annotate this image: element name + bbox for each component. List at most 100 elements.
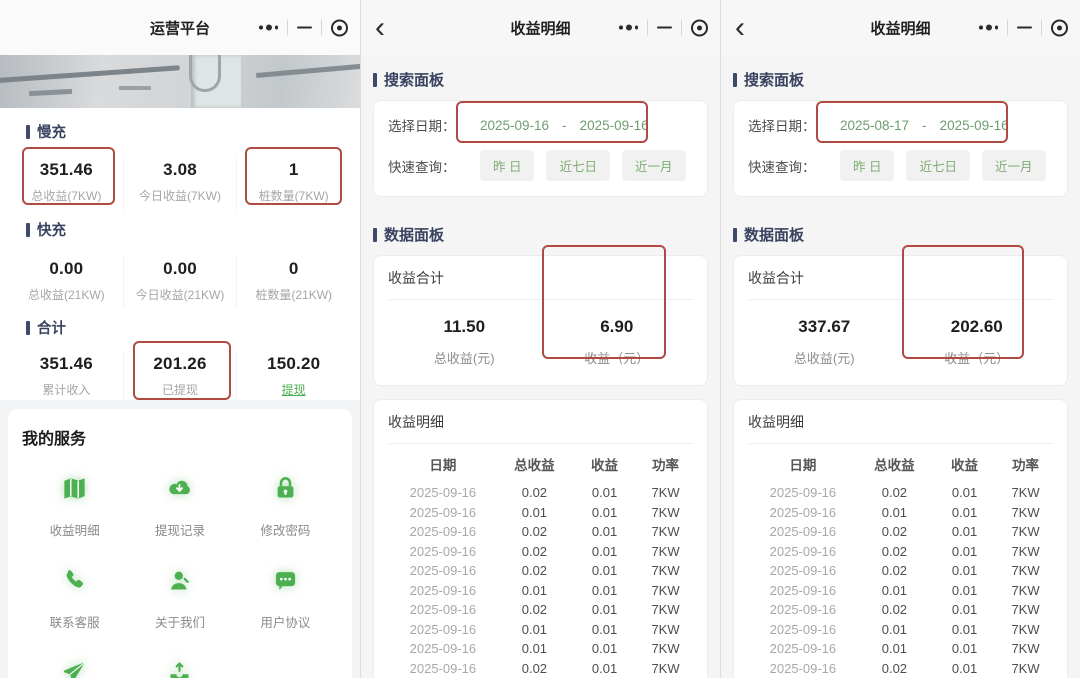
service-item-关于我们[interactable]: 关于我们 (127, 567, 232, 631)
table-row: 2025-09-16 0.02 0.01 7KW (409, 563, 680, 578)
circle-close-icon[interactable] (691, 19, 708, 36)
circle-close-icon[interactable] (1051, 19, 1068, 36)
section-marker (26, 124, 30, 139)
section-marker (26, 222, 30, 237)
service-item[interactable] (127, 659, 232, 678)
date-separator: - (922, 117, 927, 133)
miniprogram-capsule (619, 19, 708, 36)
date-end: 2025-09-16 (579, 117, 649, 133)
section-marker (373, 227, 377, 242)
revenue-table-card: 收益明细 日期 总收益 收益 功率 2025-09-16 0.02 0.01 7KW 2… (373, 399, 708, 678)
charging-station-photo (0, 55, 360, 108)
stat-pile-count-21kw: 0 桩数量(21KW) (236, 257, 350, 309)
service-item-收益明细[interactable]: 收益明细 (22, 475, 127, 539)
summary-total: 11.50 总收益(元) (433, 317, 495, 366)
date-range-picker[interactable]: 2025-09-16 - 2025-09-16 (468, 118, 649, 133)
service-item-用户协议[interactable]: 用户协议 (233, 567, 338, 631)
minimize-icon[interactable] (657, 26, 672, 29)
section-title-total: 合计 (26, 317, 66, 338)
revenue-summary-card: 收益合计 337.67 总收益(元) 202.60 收益（元） (733, 255, 1068, 386)
minimize-icon[interactable] (297, 26, 312, 29)
summary-total: 337.67 总收益(元) (793, 317, 855, 366)
back-arrow-icon[interactable] (375, 13, 385, 43)
total-stats: 351.46 累计收入 201.26 已提现 150.20 提现 (10, 352, 350, 404)
minimize-icon[interactable] (1017, 26, 1032, 29)
data-panel-title: 数据面板 (733, 224, 1068, 245)
map-icon (61, 475, 88, 507)
table-row: 2025-09-16 0.02 0.01 7KW (769, 602, 1040, 617)
service-item-提现记录[interactable]: 提现记录 (127, 475, 232, 539)
stat-cumulative-income: 351.46 累计收入 (39, 354, 93, 397)
date-select-label: 选择日期： (388, 119, 456, 134)
section-marker (373, 72, 377, 87)
quick-query-button-0[interactable]: 昨 日 (840, 150, 895, 181)
quick-query-buttons: 昨 日近七日 近一月 (480, 150, 686, 181)
date-select-row: 选择日期： 2025-08-17 - 2025-09-16 (748, 115, 1053, 135)
table-row: 2025-09-16 0.01 0.01 7KW (409, 641, 680, 656)
quick-query-label: 快速查询： (388, 159, 456, 175)
service-item[interactable] (22, 659, 127, 678)
stat-pile-count-7kw: 1 桩数量(7KW) (236, 158, 350, 210)
table-row: 2025-09-16 0.02 0.01 7KW (769, 485, 1040, 500)
quick-query-row: 快速查询： 昨 日近七日 近一月 (388, 150, 693, 181)
withdraw-link[interactable]: 提现 (237, 381, 350, 398)
back-arrow-icon[interactable] (735, 13, 745, 43)
stat-total-revenue-7kw: 351.46 总收益(7KW) (31, 160, 102, 203)
table-body: 2025-09-16 0.02 0.01 7KW 2025-09-16 0.01 0.01 7… (748, 483, 1053, 678)
section-marker (733, 72, 737, 87)
service-label: 用户协议 (260, 616, 311, 630)
panel-revenue-detail-day: 收益明细 搜索面板 选择日期： 2025-09-16 - (360, 0, 720, 678)
quick-query-buttons: 昨 日近七日 近一月 (840, 150, 1046, 181)
table-title: 收益明细 (388, 412, 693, 444)
cloud-download-icon (166, 475, 193, 507)
summary-title: 收益合计 (388, 268, 693, 300)
search-card: 选择日期： 2025-09-16 - 2025-09-16 快速查询： 昨 日近… (373, 100, 708, 197)
more-dots-icon[interactable] (619, 24, 638, 31)
table-body: 2025-09-16 0.02 0.01 7KW 2025-09-16 0.01 0.01 7… (388, 483, 693, 678)
quick-query-button-2[interactable]: 近一月 (982, 150, 1046, 181)
table-title: 收益明细 (748, 412, 1053, 444)
phone-icon (61, 567, 88, 599)
table-row: 2025-09-16 0.02 0.01 7KW (409, 485, 680, 500)
chat-icon (272, 567, 299, 599)
quick-query-button-0[interactable]: 昨 日 (480, 150, 535, 181)
data-panel-title: 数据面板 (373, 224, 708, 245)
search-panel-title: 搜索面板 (733, 69, 1068, 90)
section-marker (733, 227, 737, 242)
table-row: 2025-09-16 0.02 0.01 7KW (769, 524, 1040, 539)
circle-close-icon[interactable] (331, 19, 348, 36)
lock-icon (272, 475, 299, 507)
date-select-row: 选择日期： 2025-09-16 - 2025-09-16 (388, 115, 693, 135)
table-row: 2025-09-16 0.01 0.01 7KW (409, 504, 680, 520)
fast-charge-stats: 0.00 总收益(21KW) 0.00 今日收益(21KW) 0 桩数量(21K… (10, 257, 350, 309)
search-panel-title: 搜索面板 (373, 69, 708, 90)
more-dots-icon[interactable] (259, 24, 278, 31)
slow-charge-stats: 351.46 总收益(7KW) 3.08 今日收益(7KW) 1 桩数量(7KW… (10, 158, 350, 210)
page-body: 搜索面板 选择日期： 2025-09-16 - 2025-09-16 快速查询：… (361, 55, 720, 678)
section-marker (26, 320, 30, 335)
stat-withdrawable: 150.20 提现 (236, 352, 350, 404)
table-row: 2025-09-16 0.02 0.01 7KW (769, 563, 1040, 578)
miniprogram-capsule (259, 19, 348, 36)
table-row: 2025-09-16 0.01 0.01 7KW (409, 621, 680, 637)
service-item-修改密码[interactable]: 修改密码 (233, 475, 338, 539)
date-separator: - (562, 117, 567, 133)
quick-query-button-2[interactable]: 近一月 (622, 150, 686, 181)
page-title: 运营平台 (149, 20, 211, 37)
capsule-divider (1007, 19, 1008, 36)
table-row: 2025-09-16 0.02 0.01 7KW (409, 524, 680, 539)
table-row: 2025-09-16 0.01 0.01 7KW (409, 582, 680, 598)
service-item-联系客服[interactable]: 联系客服 (22, 567, 127, 631)
more-dots-icon[interactable] (979, 24, 998, 31)
table-header: 日期 总收益 收益 功率 (429, 458, 680, 473)
quick-query-button-1[interactable]: 近七日 (546, 150, 610, 181)
table-row: 2025-09-16 0.01 0.01 7KW (769, 504, 1040, 520)
quick-query-button-1[interactable]: 近七日 (906, 150, 970, 181)
quick-query-label: 快速查询： (748, 159, 816, 175)
table-row: 2025-09-16 0.02 0.01 7KW (409, 602, 680, 617)
capsule-divider (287, 19, 288, 36)
capsule-divider (321, 19, 322, 36)
date-range-picker[interactable]: 2025-08-17 - 2025-09-16 (828, 118, 1009, 133)
send-icon (61, 659, 88, 678)
page-title: 收益明细 (510, 20, 571, 37)
